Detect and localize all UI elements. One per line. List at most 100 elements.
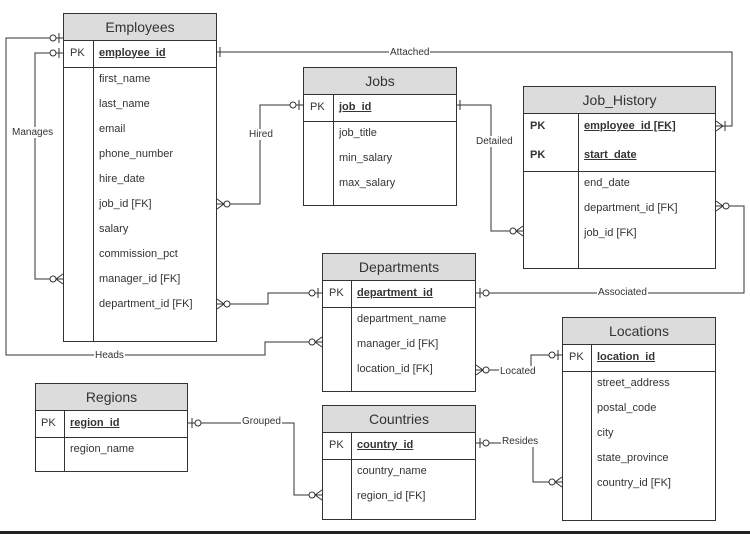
works-in-line <box>217 292 322 305</box>
entity-locations[interactable]: Locations PK location_id street_addresspost… <box>562 317 716 521</box>
detailed-line <box>457 104 523 232</box>
field-row[interactable]: hire_date <box>99 173 145 185</box>
entity-title: Locations <box>563 318 715 345</box>
relationship-label-resides: Resides <box>501 436 540 447</box>
key-column-divider <box>93 40 94 341</box>
entity-job-history[interactable]: Job_History PK employee_id [FK] PK start_dat… <box>523 86 716 269</box>
key-section-divider <box>64 67 216 68</box>
relationship-label-detailed: Detailed <box>475 136 514 147</box>
field-row[interactable]: region_name <box>70 443 134 455</box>
entity-countries[interactable]: Countries PK country_id country_name region_… <box>322 405 476 520</box>
field-row[interactable]: state_province <box>597 452 669 464</box>
entity-title: Job_History <box>524 87 715 114</box>
field-row[interactable]: street_address <box>597 377 670 389</box>
field-row[interactable]: last_name <box>99 98 150 110</box>
primary-key-field[interactable]: region_id <box>70 417 120 429</box>
zero-circle-icon <box>49 34 57 42</box>
zero-circle-icon <box>482 439 490 447</box>
field-row[interactable]: max_salary <box>339 177 395 189</box>
field-row[interactable]: postal_code <box>597 402 656 414</box>
field-row[interactable]: country_id [FK] <box>597 477 671 489</box>
field-row[interactable]: end_date <box>584 177 630 189</box>
key-section-divider <box>524 171 715 172</box>
primary-key-field[interactable]: location_id <box>597 351 655 363</box>
primary-key-label: PK <box>329 438 344 451</box>
entity-title: Countries <box>323 406 475 433</box>
key-section-divider <box>304 121 456 122</box>
key-column-divider <box>578 113 579 268</box>
zero-circle-icon <box>49 275 57 283</box>
primary-key-label: PK <box>41 416 56 429</box>
zero-circle-icon <box>482 366 490 374</box>
key-section-divider <box>36 437 187 438</box>
grouped-line <box>188 422 322 496</box>
relationship-label-located: Located <box>499 366 537 377</box>
entity-jobs[interactable]: Jobs PK job_id job_title min_salary max_salar… <box>303 67 457 206</box>
field-row[interactable]: job_id [FK] <box>99 198 152 210</box>
entity-departments[interactable]: Departments PK department_id department_nam… <box>322 253 476 392</box>
field-row[interactable]: phone_number <box>99 148 173 160</box>
primary-key-field[interactable]: country_id <box>357 439 413 451</box>
zero-circle-icon <box>509 227 517 235</box>
field-row[interactable]: location_id [FK] <box>357 363 433 375</box>
primary-key-label: PK <box>569 350 584 363</box>
zero-circle-icon <box>308 289 316 297</box>
key-section-divider <box>323 307 475 308</box>
manages-line <box>34 52 63 280</box>
field-row[interactable]: manager_id [FK] <box>357 338 438 350</box>
field-row[interactable]: commission_pct <box>99 248 178 260</box>
zero-circle-icon <box>308 338 316 346</box>
relationship-label-manages: Manages <box>11 127 55 138</box>
key-column-divider <box>333 94 334 205</box>
field-row[interactable]: department_id [FK] <box>99 298 193 310</box>
field-row[interactable]: first_name <box>99 73 150 85</box>
field-row[interactable]: email <box>99 123 125 135</box>
zero-circle-icon <box>223 200 231 208</box>
primary-key-label: PK <box>530 120 546 132</box>
zero-circle-icon <box>548 351 556 359</box>
relationship-label-attached: Attached <box>389 47 431 58</box>
relationship-label-heads: Heads <box>94 350 125 361</box>
key-section-divider <box>323 459 475 460</box>
primary-key-field[interactable]: department_id <box>357 287 433 299</box>
er-diagram: Employees PK employee_id first_name last_nam… <box>0 0 750 534</box>
resides-line <box>476 442 562 483</box>
zero-circle-icon <box>722 202 730 210</box>
relationship-label-associated: Associated <box>597 287 648 298</box>
entity-title: Employees <box>64 14 216 41</box>
field-row[interactable]: job_id [FK] <box>584 227 637 239</box>
primary-key-label: PK <box>310 100 325 113</box>
zero-circle-icon <box>482 289 490 297</box>
primary-key-label: PK <box>70 46 85 59</box>
zero-circle-icon <box>308 491 316 499</box>
key-column-divider <box>64 410 65 471</box>
relationship-label-grouped: Grouped <box>241 416 282 427</box>
primary-key-field[interactable]: employee_id <box>99 47 166 59</box>
primary-key-label: PK <box>329 286 344 299</box>
entity-employees[interactable]: Employees PK employee_id first_name last_nam… <box>63 13 217 342</box>
field-row[interactable]: country_name <box>357 465 427 477</box>
primary-key-field[interactable]: job_id <box>339 101 371 113</box>
primary-key-label: PK <box>530 149 546 161</box>
primary-key-field[interactable]: employee_id [FK] <box>584 120 676 132</box>
field-row[interactable]: min_salary <box>339 152 392 164</box>
field-row[interactable]: job_title <box>339 127 377 139</box>
relationship-label-hired: Hired <box>248 129 274 140</box>
zero-circle-icon <box>289 101 297 109</box>
field-row[interactable]: salary <box>99 223 128 235</box>
key-column-divider <box>351 280 352 391</box>
key-section-divider <box>563 371 715 372</box>
field-row[interactable]: department_name <box>357 313 446 325</box>
zero-circle-icon <box>548 478 556 486</box>
key-column-divider <box>351 432 352 519</box>
field-row[interactable]: city <box>597 427 614 439</box>
entity-regions[interactable]: Regions PK region_id region_name <box>35 383 188 472</box>
hired-line <box>217 104 303 205</box>
field-row[interactable]: region_id [FK] <box>357 490 425 502</box>
entity-title: Departments <box>323 254 475 281</box>
entity-title: Jobs <box>304 68 456 95</box>
field-row[interactable]: manager_id [FK] <box>99 273 180 285</box>
zero-circle-icon <box>49 49 57 57</box>
primary-key-field[interactable]: start_date <box>584 149 637 161</box>
field-row[interactable]: department_id [FK] <box>584 202 678 214</box>
